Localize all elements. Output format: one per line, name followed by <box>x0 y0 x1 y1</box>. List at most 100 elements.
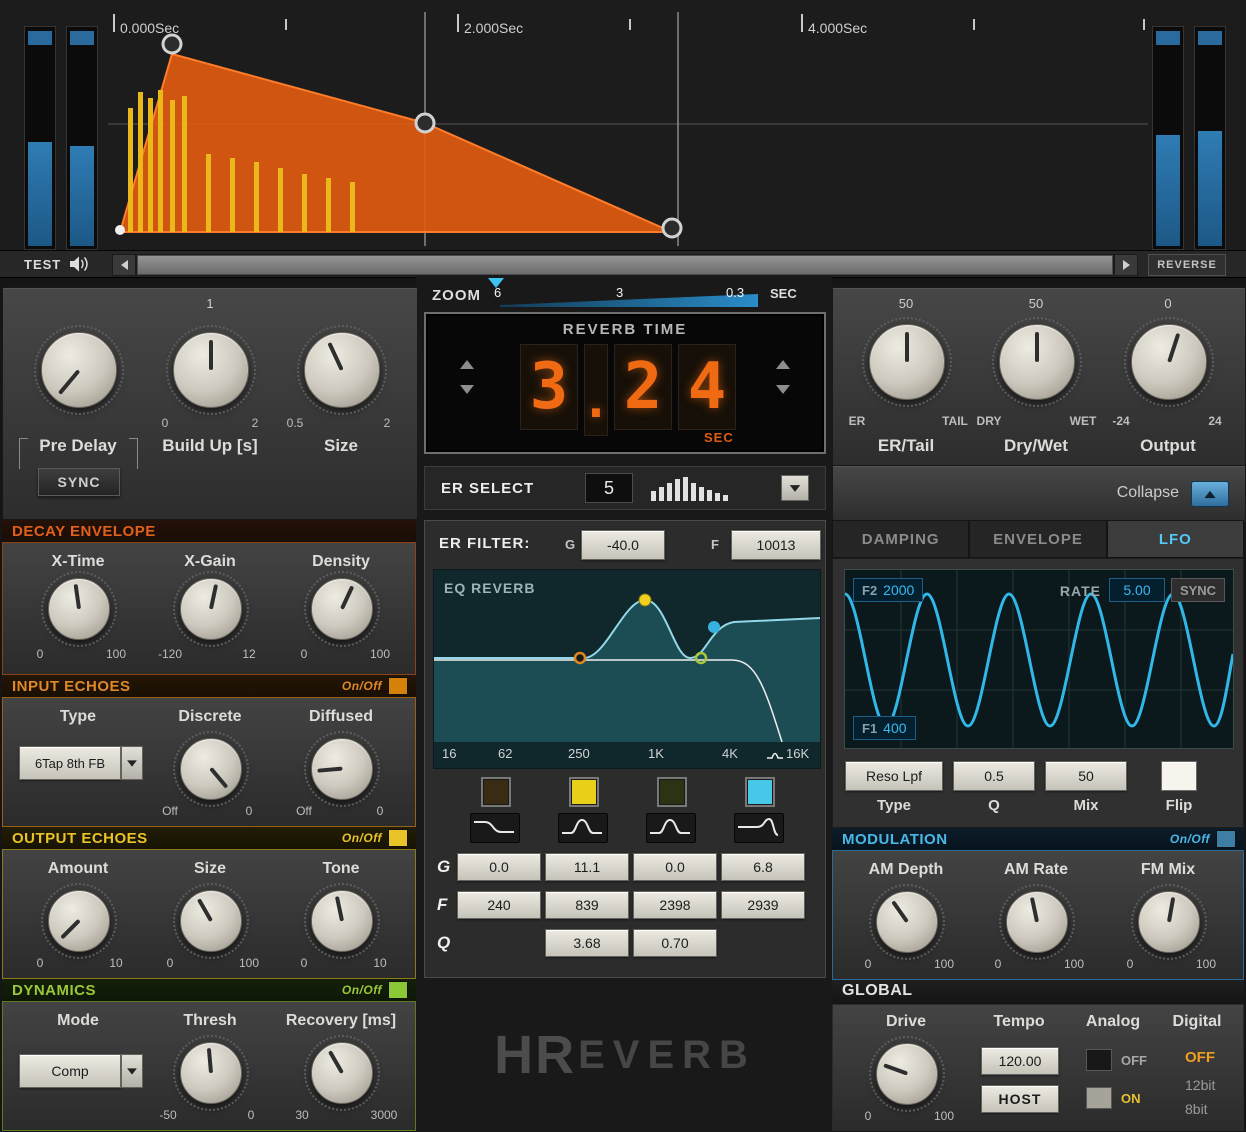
lfo-flip-button[interactable] <box>1161 761 1197 791</box>
test-button[interactable]: TEST <box>24 254 89 274</box>
fm-mix-knob[interactable] <box>1131 884 1207 960</box>
dynamics-mode-dropdown-arrow[interactable] <box>121 1054 143 1088</box>
sync-button[interactable]: SYNC <box>38 468 120 496</box>
digital-8bit-option[interactable]: 8bit <box>1185 1101 1208 1117</box>
band3-freq[interactable]: 2398 <box>633 891 717 919</box>
band4-color-swatch[interactable] <box>745 777 775 807</box>
build-up-knob[interactable] <box>166 325 256 415</box>
band2-q[interactable]: 3.68 <box>545 929 629 957</box>
eq-band2-handle[interactable] <box>638 593 652 607</box>
lfo-f2-box[interactable]: F2 2000 <box>853 578 924 602</box>
recovery-knob[interactable] <box>304 1035 380 1111</box>
eq-band4-handle[interactable] <box>708 621 720 633</box>
spin-up-icon[interactable] <box>776 360 790 369</box>
scrollbar-thumb[interactable] <box>138 256 1112 274</box>
band4-gain[interactable]: 6.8 <box>721 853 805 881</box>
spin-down-icon[interactable] <box>776 385 790 394</box>
envelope-peak-handle[interactable] <box>161 33 183 55</box>
dynamics-onoff-toggle[interactable] <box>388 981 408 999</box>
lfo-filter-type-dropdown[interactable]: Reso Lpf <box>845 761 943 791</box>
diffused-knob[interactable] <box>304 731 380 807</box>
envelope-graph[interactable] <box>108 6 1148 246</box>
echo-type-dropdown[interactable]: 6Tap 8th FB <box>19 746 121 780</box>
band2-color-swatch[interactable] <box>569 777 599 807</box>
band3-gain-value: 0.0 <box>665 859 685 875</box>
reverb-time-spinner-right[interactable] <box>776 360 790 394</box>
logo-h: H <box>494 1025 534 1085</box>
band3-q[interactable]: 0.70 <box>633 929 717 957</box>
input-echoes-onoff-toggle[interactable] <box>388 677 408 695</box>
am-rate-knob[interactable] <box>999 884 1075 960</box>
analog-off-toggle[interactable] <box>1086 1049 1112 1071</box>
digital-12bit-option[interactable]: 12bit <box>1185 1077 1215 1093</box>
am-depth-knob[interactable] <box>869 884 945 960</box>
er-tail-knob[interactable] <box>862 317 952 407</box>
band4-shape-button[interactable] <box>734 813 784 843</box>
spin-up-icon[interactable] <box>460 360 474 369</box>
x-time-knob[interactable] <box>41 571 117 647</box>
echo-type-dropdown-arrow[interactable] <box>121 746 143 780</box>
tab-lfo[interactable]: LFO <box>1106 520 1244 558</box>
type-label: Type <box>59 708 97 725</box>
band1-freq[interactable]: 240 <box>457 891 541 919</box>
tone-knob[interactable] <box>304 883 380 959</box>
amount-knob[interactable] <box>41 883 117 959</box>
eq-band1-handle[interactable] <box>573 651 587 665</box>
tab-envelope[interactable]: ENVELOPE <box>969 520 1107 558</box>
band1-gain[interactable]: 0.0 <box>457 853 541 881</box>
collapse-button[interactable] <box>1191 481 1229 507</box>
pre-delay-knob[interactable] <box>34 325 124 415</box>
band2-gain[interactable]: 11.1 <box>545 853 629 881</box>
envelope-graph-area[interactable]: 0.000Sec 2.000Sec 4.000Sec <box>108 6 1148 246</box>
x-gain-knob[interactable] <box>173 571 249 647</box>
dry-wet-knob[interactable] <box>992 317 1082 407</box>
band4-freq[interactable]: 2939 <box>721 891 805 919</box>
spin-down-icon[interactable] <box>460 385 474 394</box>
scroll-right-button[interactable] <box>1114 254 1138 276</box>
tempo-value[interactable]: 120.00 <box>981 1047 1059 1075</box>
discrete-knob[interactable] <box>173 731 249 807</box>
envelope-start-point[interactable] <box>115 225 125 235</box>
analog-on-toggle[interactable] <box>1086 1087 1112 1109</box>
density-knob[interactable] <box>304 571 380 647</box>
scroll-left-button[interactable] <box>112 254 136 276</box>
band3-color-swatch[interactable] <box>657 777 687 807</box>
lfo-sync-button[interactable]: SYNC <box>1171 578 1225 602</box>
size-knob[interactable] <box>297 325 387 415</box>
eq-graph[interactable]: EQ REVERB 16 62 250 1K 4K 16K <box>433 569 821 769</box>
er-filter-g-value[interactable]: -40.0 <box>581 530 665 560</box>
lfo-filter-q[interactable]: 0.5 <box>953 761 1035 791</box>
dynamics-mode-dropdown[interactable]: Comp <box>19 1054 121 1088</box>
scrollbar-track[interactable] <box>136 254 1114 276</box>
lfo-filter-mix[interactable]: 50 <box>1045 761 1127 791</box>
drive-knob[interactable] <box>869 1036 945 1112</box>
host-button[interactable]: HOST <box>981 1085 1059 1113</box>
out-size-knob[interactable] <box>173 883 249 959</box>
output-knob[interactable] <box>1124 317 1214 407</box>
envelope-end-handle[interactable] <box>661 217 683 239</box>
envelope-mid-handle[interactable] <box>414 112 436 134</box>
reverse-button[interactable]: REVERSE <box>1148 254 1226 276</box>
reverb-envelope-shape[interactable] <box>118 52 673 233</box>
zoom-slider[interactable] <box>500 294 758 307</box>
er-filter-g-number: -40.0 <box>607 537 639 553</box>
lfo-f1-box[interactable]: F1 400 <box>853 716 916 740</box>
reverb-time-display[interactable]: REVERB TIME 3 . 2 4 SEC <box>424 312 826 454</box>
digital-off-option[interactable]: OFF <box>1185 1049 1215 1066</box>
reverb-time-spinner-left[interactable] <box>460 360 474 394</box>
thresh-knob[interactable] <box>173 1035 249 1111</box>
output-echoes-onoff-toggle[interactable] <box>388 829 408 847</box>
band1-color-swatch[interactable] <box>481 777 511 807</box>
lfo-rate-box[interactable]: 5.00 <box>1109 578 1165 602</box>
band1-shape-button[interactable] <box>470 813 520 843</box>
er-filter-f-value[interactable]: 10013 <box>731 530 821 560</box>
er-select-value[interactable]: 5 <box>585 473 633 503</box>
tab-damping[interactable]: DAMPING <box>832 520 970 558</box>
modulation-onoff-toggle[interactable] <box>1216 830 1236 848</box>
band2-freq[interactable]: 839 <box>545 891 629 919</box>
er-select-dropdown-arrow[interactable] <box>781 475 809 501</box>
output-meter-left <box>1152 26 1184 250</box>
band3-gain[interactable]: 0.0 <box>633 853 717 881</box>
band2-shape-button[interactable] <box>558 813 608 843</box>
band3-shape-button[interactable] <box>646 813 696 843</box>
